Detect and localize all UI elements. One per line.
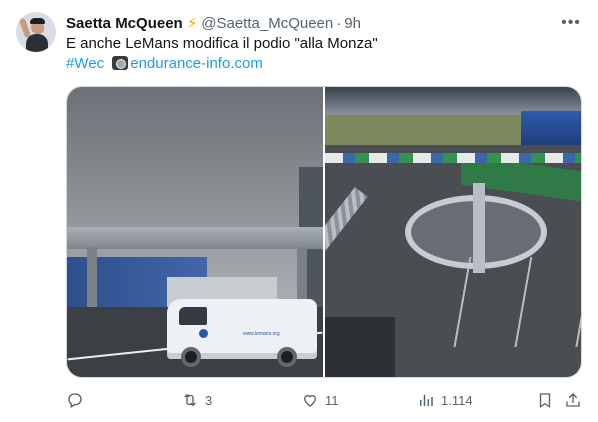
repost-count: 3 [205, 392, 213, 408]
author-handle[interactable]: @Saetta_McQueen [201, 15, 333, 32]
media-gallery: www.lemans.org [66, 86, 582, 378]
tweet-actions: 3 11 1.114 [66, 389, 582, 411]
tweet-links: #Wec endurance-info.com [66, 54, 263, 74]
views-button[interactable]: 1.114 [417, 389, 473, 411]
views-chart-icon [420, 394, 433, 406]
heart-icon [304, 394, 316, 407]
author-avatar[interactable] [16, 12, 56, 52]
van: www.lemans.org [167, 299, 317, 367]
reply-icon [68, 393, 82, 408]
more-options-icon[interactable]: ••• [560, 12, 582, 34]
like-count: 11 [325, 392, 339, 408]
reply-button[interactable] [66, 389, 84, 411]
share-icon [566, 393, 580, 407]
like-button[interactable]: 11 [301, 389, 339, 411]
tweet-header: Saetta McQueen ⚡ @Saetta_McQueen · 9h [66, 13, 538, 33]
photo-paddock-van[interactable]: www.lemans.org [67, 87, 323, 377]
repost-icon [184, 393, 196, 407]
author-display-name[interactable]: Saetta McQueen [66, 15, 183, 32]
tweet-text: E anche LeMans modifica il podio "alla M… [66, 35, 378, 52]
share-button[interactable] [564, 389, 582, 411]
lightning-bolt-icon: ⚡ [186, 15, 198, 32]
photo-podium-structure[interactable] [325, 87, 581, 377]
hashtag-link[interactable]: #Wec [66, 55, 104, 72]
bookmark-button[interactable] [536, 389, 554, 411]
repost-button[interactable]: 3 [181, 389, 212, 411]
separator-dot: · [336, 14, 342, 32]
camera-icon [112, 56, 129, 70]
bookmark-icon [539, 393, 551, 409]
tweet-time[interactable]: 9h [344, 15, 361, 32]
van-text: www.lemans.org [243, 331, 280, 337]
external-link[interactable]: endurance-info.com [130, 55, 263, 72]
views-count: 1.114 [441, 392, 473, 408]
